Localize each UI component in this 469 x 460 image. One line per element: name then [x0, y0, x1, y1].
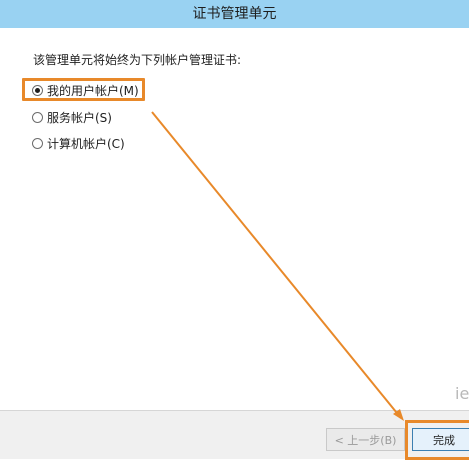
annotation-arrow-line — [151, 111, 402, 419]
annotation-arrow — [151, 111, 404, 421]
